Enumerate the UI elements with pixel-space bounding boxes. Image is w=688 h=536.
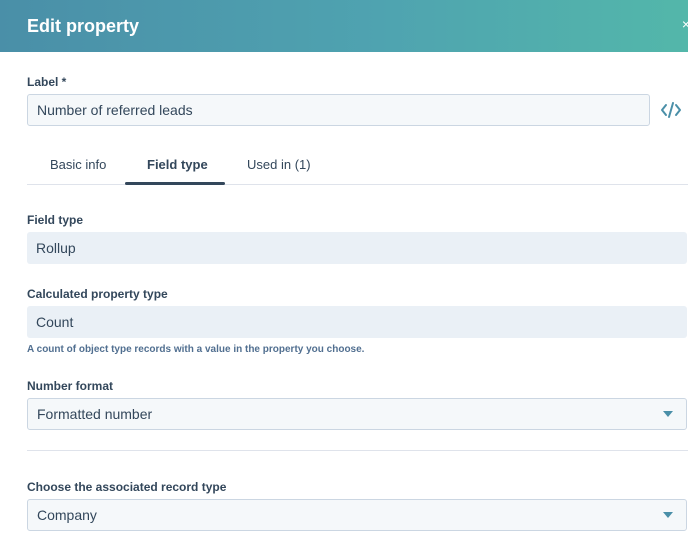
- associated-record-label: Choose the associated record type: [27, 480, 227, 494]
- tab-bar: Basic info Field type Used in (1): [27, 150, 688, 185]
- field-type-value: Rollup: [27, 232, 687, 264]
- tab-field-type[interactable]: Field type: [147, 157, 208, 173]
- field-type-label: Field type: [27, 213, 84, 227]
- code-icon[interactable]: [660, 100, 682, 120]
- number-format-select[interactable]: Formatted number: [27, 398, 687, 430]
- number-format-label: Number format: [27, 379, 114, 393]
- associated-record-value: Company: [37, 507, 97, 523]
- calculated-type-value: Count: [27, 306, 687, 338]
- calculated-type-label: Calculated property type: [27, 287, 168, 301]
- associated-record-select[interactable]: Company: [27, 499, 687, 531]
- tab-used-in[interactable]: Used in (1): [247, 157, 311, 173]
- tab-basic-info[interactable]: Basic info: [50, 157, 106, 173]
- number-format-value: Formatted number: [37, 406, 153, 422]
- panel-title: Edit property: [27, 16, 140, 36]
- active-tab-indicator: [125, 182, 225, 185]
- chevron-down-icon: [663, 411, 673, 417]
- panel-header: Edit property ×: [0, 0, 688, 52]
- label-input[interactable]: Number of referred leads: [27, 94, 650, 126]
- chevron-down-icon: [663, 512, 673, 518]
- calculated-type-help: A count of object type records with a va…: [27, 344, 365, 355]
- label-field-label: Label *: [27, 75, 67, 89]
- section-divider: [27, 450, 688, 451]
- close-icon[interactable]: ×: [682, 14, 688, 34]
